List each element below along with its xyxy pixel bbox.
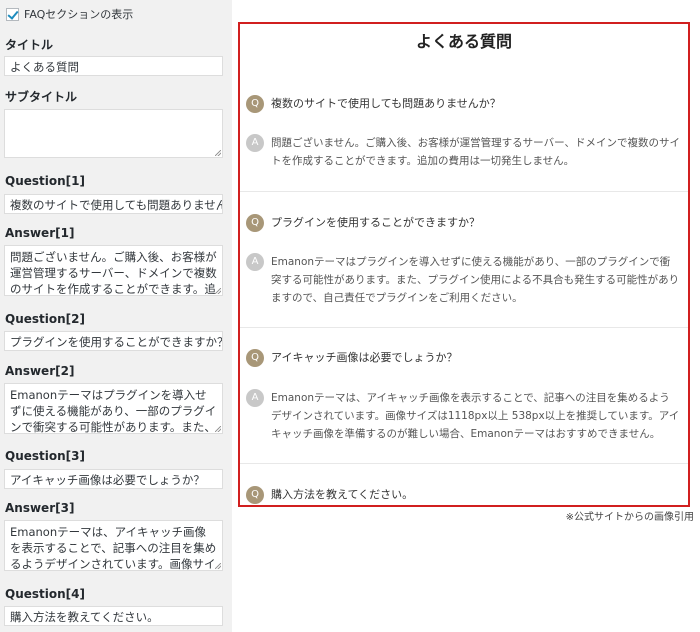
preview-title: よくある質問 — [415, 32, 512, 51]
faq-question-text: アイキャッチ画像は必要でしょうか？ — [271, 351, 458, 364]
faq-answer-2: A Emanonテーマはプラグインを導入せずに使える機能があり、一部のプラグイン… — [246, 253, 680, 307]
show-faq-checkbox[interactable] — [6, 7, 19, 21]
show-faq-label: FAQセクションの表示 — [24, 8, 134, 21]
question-badge-icon: Q — [246, 95, 264, 113]
answer-3-label: Answer[3] — [5, 501, 75, 515]
question-3-input[interactable]: アイキャッチ画像は必要でしょうか？ — [4, 469, 223, 489]
question-3-label: Question[3] — [5, 449, 85, 463]
faq-question-text: プラグインを使用することができますか？ — [271, 216, 480, 229]
question-1-label: Question[1] — [5, 174, 85, 188]
faq-divider — [240, 327, 688, 328]
subtitle-label: サブタイトル — [5, 90, 78, 104]
question-4-input[interactable]: 購入方法を教えてください。 — [4, 606, 223, 626]
answer-badge-icon: A — [246, 253, 264, 271]
faq-preview: よくある質問 Q 複数のサイトで使用しても問題ありませんか？ A 問題ございませ… — [238, 22, 690, 507]
question-2-input[interactable]: プラグインを使用することができますか？ — [4, 331, 223, 351]
show-faq-option[interactable]: FAQセクションの表示 — [6, 6, 133, 22]
question-badge-icon: Q — [246, 214, 264, 232]
question-2-label: Question[2] — [5, 312, 85, 326]
faq-answer-text: Emanonテーマはプラグインを導入せずに使える機能があり、一部のプラグインで衝… — [271, 256, 680, 304]
answer-badge-icon: A — [246, 389, 264, 407]
answer-1-label: Answer[1] — [5, 226, 75, 240]
faq-answer-text: 問題ございません。ご購入後、お客様が運営管理するサーバー、ドメインで複数のサイト… — [271, 137, 680, 167]
faq-divider — [240, 463, 688, 464]
answer-3-textarea[interactable]: Emanonテーマは、アイキャッチ画像を表示することで、記事への注目を集めるよう… — [4, 520, 223, 571]
answer-badge-icon: A — [246, 134, 264, 152]
subtitle-textarea[interactable] — [4, 109, 223, 158]
faq-answer-text: Emanonテーマは、アイキャッチ画像を表示することで、記事への注目を集めるよう… — [271, 392, 680, 440]
faq-question-text: 複数のサイトで使用しても問題ありませんか？ — [271, 97, 501, 110]
title-input[interactable]: よくある質問 — [4, 56, 223, 76]
question-badge-icon: Q — [246, 486, 264, 504]
faq-question-1[interactable]: Q 複数のサイトで使用しても問題ありませんか？ — [246, 95, 680, 113]
title-label: タイトル — [5, 38, 54, 52]
settings-panel: FAQセクションの表示 タイトル よくある質問 サブタイトル Question[… — [0, 0, 232, 632]
answer-2-label: Answer[2] — [5, 364, 75, 378]
answer-2-textarea[interactable]: Emanonテーマはプラグインを導入せずに使える機能があり、一部のプラグインで衝… — [4, 383, 223, 434]
faq-question-4[interactable]: Q 購入方法を教えてください。 — [246, 486, 680, 504]
faq-question-3[interactable]: Q アイキャッチ画像は必要でしょうか？ — [246, 349, 680, 367]
question-1-input[interactable]: 複数のサイトで使用しても問題ありませんか？ — [4, 194, 223, 214]
question-4-label: Question[4] — [5, 587, 85, 601]
faq-answer-3: A Emanonテーマは、アイキャッチ画像を表示することで、記事への注目を集める… — [246, 389, 680, 443]
faq-question-2[interactable]: Q プラグインを使用することができますか？ — [246, 214, 680, 232]
faq-divider — [240, 191, 688, 192]
answer-1-textarea[interactable]: 問題ございません。ご購入後、お客様が運営管理するサーバー、ドメインで複数のサイト… — [4, 245, 223, 296]
question-badge-icon: Q — [246, 349, 264, 367]
faq-answer-1: A 問題ございません。ご購入後、お客様が運営管理するサーバー、ドメインで複数のサ… — [246, 134, 680, 170]
image-source-note: ※公式サイトからの画像引用 — [565, 512, 694, 523]
faq-question-text: 購入方法を教えてください。 — [271, 488, 414, 501]
